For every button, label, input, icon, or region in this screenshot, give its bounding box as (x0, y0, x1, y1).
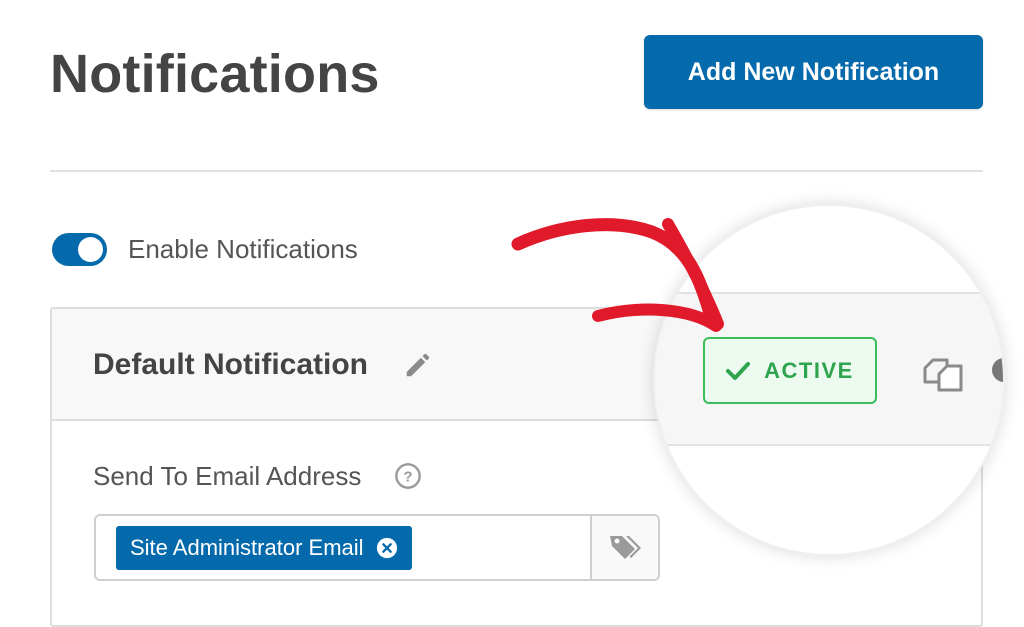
enable-notifications-toggle[interactable] (52, 233, 107, 266)
recipient-tag: Site Administrator Email (116, 526, 412, 570)
smart-tags-button[interactable] (590, 516, 658, 579)
toggle-knob (78, 237, 103, 262)
add-new-notification-button[interactable]: Add New Notification (644, 35, 983, 109)
status-badge-label: ACTIVE (764, 357, 854, 383)
notification-title: Default Notification (93, 348, 368, 381)
magnifier-callout: ACTIVE (655, 206, 1003, 554)
send-to-email-field[interactable]: Site Administrator Email (94, 514, 660, 581)
tags-icon (610, 536, 641, 559)
send-to-email-label: Send To Email Address (93, 461, 362, 491)
divider (50, 170, 983, 172)
enable-notifications-label: Enable Notifications (128, 234, 358, 264)
status-badge[interactable]: ACTIVE (703, 337, 877, 404)
help-circle-icon[interactable]: ? (394, 462, 422, 490)
close-circle-icon[interactable] (376, 537, 398, 559)
svg-text:?: ? (403, 468, 412, 485)
duplicate-icon[interactable] (919, 348, 967, 396)
recipient-tag-label: Site Administrator Email (130, 535, 364, 560)
check-icon (726, 361, 751, 380)
pencil-icon[interactable] (403, 350, 433, 380)
page-title: Notifications (50, 44, 380, 104)
